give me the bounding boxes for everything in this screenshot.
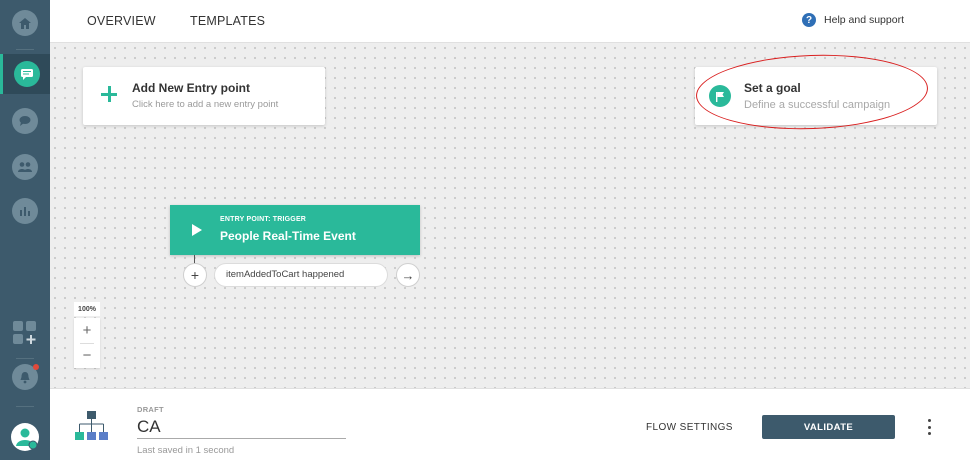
last-saved-text: Last saved in 1 second: [137, 445, 235, 456]
play-icon: [192, 224, 202, 236]
more-options-icon[interactable]: [924, 419, 934, 435]
zoom-level: 100%: [74, 302, 100, 316]
user-profile-icon: [11, 423, 39, 451]
analytics-icon: [12, 198, 38, 224]
add-step-button[interactable]: +: [183, 263, 207, 287]
zoom-controls: + −: [74, 318, 100, 368]
tab-templates[interactable]: TEMPLATES: [190, 14, 265, 28]
entry-card-title: Add New Entry point: [132, 81, 250, 95]
sidebar-item-analytics[interactable]: [5, 191, 45, 231]
add-icon: [99, 84, 119, 104]
people-icon: [12, 154, 38, 180]
campaign-name-underline: [137, 438, 346, 439]
help-label: Help and support: [824, 14, 904, 26]
sidebar-divider: [16, 406, 34, 407]
sidebar-item-notifications[interactable]: [5, 357, 45, 397]
sidebar: [0, 0, 50, 460]
tab-overview[interactable]: OVERVIEW: [87, 14, 156, 28]
zoom-divider: [80, 343, 94, 344]
event-condition-pill[interactable]: itemAddedToCart happened: [214, 263, 388, 287]
notifications-icon: [12, 364, 39, 390]
validate-button[interactable]: VALIDATE: [762, 415, 895, 439]
home-icon: [12, 10, 38, 36]
draft-status: DRAFT: [137, 405, 164, 414]
apps-add-icon: [13, 321, 36, 344]
trigger-node[interactable]: ENTRY POINT: TRIGGER People Real-Time Ev…: [170, 205, 420, 255]
sidebar-item-home[interactable]: [5, 3, 45, 43]
sidebar-item-profile[interactable]: [5, 417, 45, 457]
help-icon: ?: [802, 13, 817, 27]
sidebar-item-chat[interactable]: [5, 101, 45, 141]
chat-icon: [12, 108, 38, 134]
zoom-in-button[interactable]: +: [74, 318, 100, 343]
flow-canvas[interactable]: Add New Entry point Click here to add a …: [50, 43, 970, 388]
sidebar-divider: [16, 49, 34, 50]
sidebar-item-campaigns[interactable]: [0, 54, 50, 94]
sidebar-item-apps[interactable]: [5, 313, 45, 353]
sidebar-item-people[interactable]: [5, 147, 45, 187]
trigger-title: People Real-Time Event: [220, 229, 356, 243]
zoom-out-button[interactable]: −: [74, 343, 100, 368]
campaign-name-input[interactable]: CA: [137, 417, 161, 437]
top-nav: OVERVIEW TEMPLATES ? Help and support: [50, 0, 970, 43]
campaigns-icon: [13, 61, 40, 87]
bottom-bar: DRAFT CA Last saved in 1 second FLOW SET…: [50, 388, 970, 460]
flow-settings-button[interactable]: FLOW SETTINGS: [646, 422, 733, 433]
entry-card-subtitle: Click here to add a new entry point: [132, 99, 279, 110]
trigger-type-label: ENTRY POINT: TRIGGER: [220, 216, 307, 223]
add-entry-point-card[interactable]: Add New Entry point Click here to add a …: [83, 67, 325, 125]
flow-structure-icon: [75, 411, 108, 440]
help-and-support-link[interactable]: ? Help and support: [802, 13, 904, 27]
arrow-right-button[interactable]: →: [396, 263, 420, 287]
